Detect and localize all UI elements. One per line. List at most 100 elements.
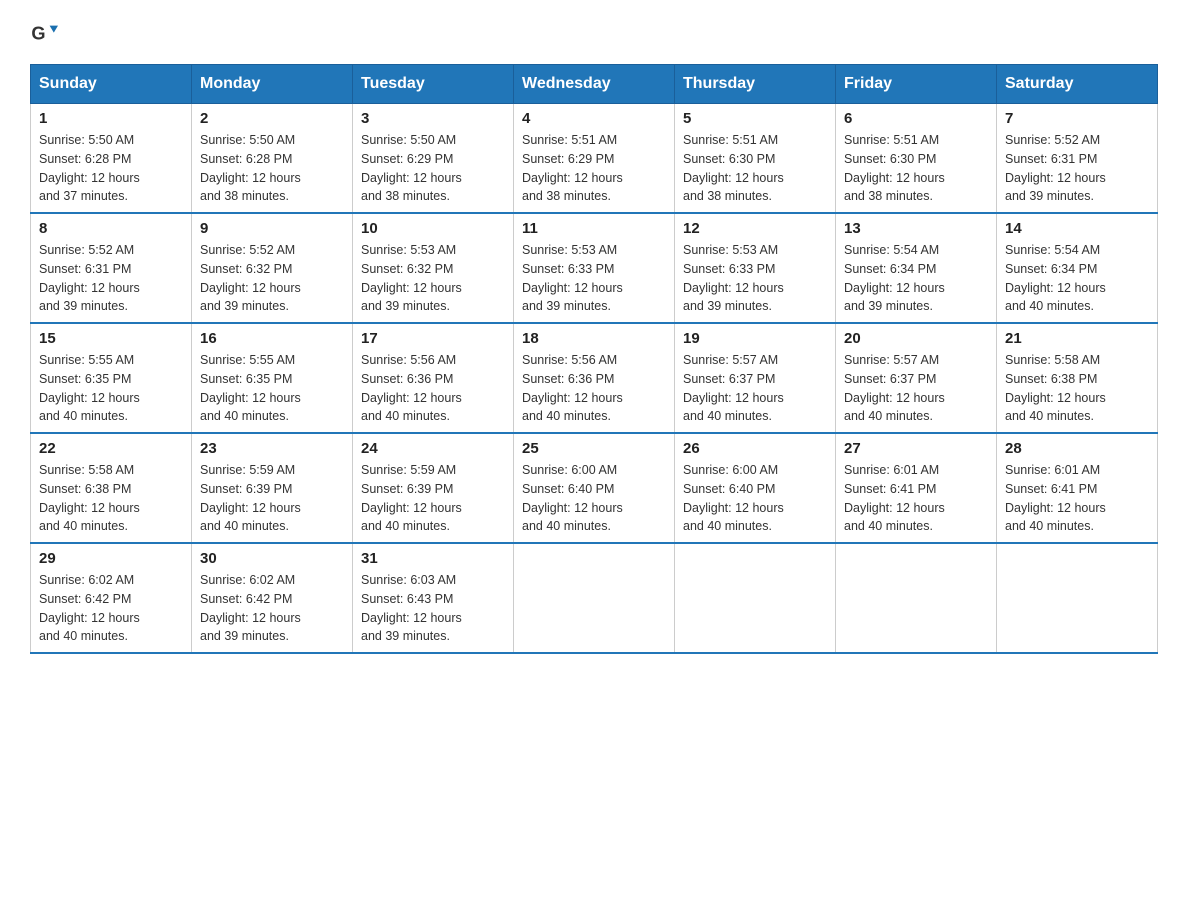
day-number: 23 xyxy=(200,440,344,457)
calendar-cell: 26 Sunrise: 6:00 AMSunset: 6:40 PMDaylig… xyxy=(675,433,836,543)
day-number: 5 xyxy=(683,110,827,127)
day-number: 27 xyxy=(844,440,988,457)
calendar-cell: 9 Sunrise: 5:52 AMSunset: 6:32 PMDayligh… xyxy=(192,213,353,323)
calendar-cell: 25 Sunrise: 6:00 AMSunset: 6:40 PMDaylig… xyxy=(514,433,675,543)
day-info: Sunrise: 5:51 AMSunset: 6:30 PMDaylight:… xyxy=(683,133,784,203)
day-info: Sunrise: 6:02 AMSunset: 6:42 PMDaylight:… xyxy=(39,573,140,643)
calendar-cell: 4 Sunrise: 5:51 AMSunset: 6:29 PMDayligh… xyxy=(514,104,675,214)
day-number: 30 xyxy=(200,550,344,567)
day-number: 1 xyxy=(39,110,183,127)
day-info: Sunrise: 6:01 AMSunset: 6:41 PMDaylight:… xyxy=(1005,463,1106,533)
day-info: Sunrise: 5:53 AMSunset: 6:33 PMDaylight:… xyxy=(522,243,623,313)
day-number: 19 xyxy=(683,330,827,347)
calendar-cell: 10 Sunrise: 5:53 AMSunset: 6:32 PMDaylig… xyxy=(353,213,514,323)
day-number: 7 xyxy=(1005,110,1149,127)
day-info: Sunrise: 5:54 AMSunset: 6:34 PMDaylight:… xyxy=(1005,243,1106,313)
day-info: Sunrise: 6:01 AMSunset: 6:41 PMDaylight:… xyxy=(844,463,945,533)
weekday-header-wednesday: Wednesday xyxy=(514,65,675,104)
day-info: Sunrise: 5:52 AMSunset: 6:32 PMDaylight:… xyxy=(200,243,301,313)
calendar-cell: 30 Sunrise: 6:02 AMSunset: 6:42 PMDaylig… xyxy=(192,543,353,653)
week-row-5: 29 Sunrise: 6:02 AMSunset: 6:42 PMDaylig… xyxy=(31,543,1158,653)
weekday-header-thursday: Thursday xyxy=(675,65,836,104)
day-number: 26 xyxy=(683,440,827,457)
calendar-cell: 21 Sunrise: 5:58 AMSunset: 6:38 PMDaylig… xyxy=(997,323,1158,433)
day-number: 3 xyxy=(361,110,505,127)
calendar-cell: 13 Sunrise: 5:54 AMSunset: 6:34 PMDaylig… xyxy=(836,213,997,323)
calendar-cell xyxy=(997,543,1158,653)
calendar-cell: 6 Sunrise: 5:51 AMSunset: 6:30 PMDayligh… xyxy=(836,104,997,214)
day-number: 20 xyxy=(844,330,988,347)
calendar-cell: 3 Sunrise: 5:50 AMSunset: 6:29 PMDayligh… xyxy=(353,104,514,214)
day-info: Sunrise: 6:02 AMSunset: 6:42 PMDaylight:… xyxy=(200,573,301,643)
weekday-header-saturday: Saturday xyxy=(997,65,1158,104)
calendar-cell: 14 Sunrise: 5:54 AMSunset: 6:34 PMDaylig… xyxy=(997,213,1158,323)
day-info: Sunrise: 6:00 AMSunset: 6:40 PMDaylight:… xyxy=(683,463,784,533)
calendar-cell: 17 Sunrise: 5:56 AMSunset: 6:36 PMDaylig… xyxy=(353,323,514,433)
day-number: 21 xyxy=(1005,330,1149,347)
calendar-cell: 23 Sunrise: 5:59 AMSunset: 6:39 PMDaylig… xyxy=(192,433,353,543)
page-header: G xyxy=(30,20,1158,48)
day-number: 24 xyxy=(361,440,505,457)
day-number: 12 xyxy=(683,220,827,237)
calendar-cell: 24 Sunrise: 5:59 AMSunset: 6:39 PMDaylig… xyxy=(353,433,514,543)
calendar-cell xyxy=(836,543,997,653)
weekday-header-monday: Monday xyxy=(192,65,353,104)
day-info: Sunrise: 5:55 AMSunset: 6:35 PMDaylight:… xyxy=(200,353,301,423)
day-number: 22 xyxy=(39,440,183,457)
calendar-cell: 15 Sunrise: 5:55 AMSunset: 6:35 PMDaylig… xyxy=(31,323,192,433)
day-info: Sunrise: 5:50 AMSunset: 6:28 PMDaylight:… xyxy=(39,133,140,203)
day-info: Sunrise: 6:03 AMSunset: 6:43 PMDaylight:… xyxy=(361,573,462,643)
weekday-header-sunday: Sunday xyxy=(31,65,192,104)
day-number: 25 xyxy=(522,440,666,457)
weekday-header-friday: Friday xyxy=(836,65,997,104)
day-info: Sunrise: 5:54 AMSunset: 6:34 PMDaylight:… xyxy=(844,243,945,313)
day-number: 11 xyxy=(522,220,666,237)
calendar-cell: 31 Sunrise: 6:03 AMSunset: 6:43 PMDaylig… xyxy=(353,543,514,653)
weekday-header-row: SundayMondayTuesdayWednesdayThursdayFrid… xyxy=(31,65,1158,104)
day-number: 17 xyxy=(361,330,505,347)
week-row-4: 22 Sunrise: 5:58 AMSunset: 6:38 PMDaylig… xyxy=(31,433,1158,543)
day-info: Sunrise: 5:59 AMSunset: 6:39 PMDaylight:… xyxy=(361,463,462,533)
calendar-cell: 28 Sunrise: 6:01 AMSunset: 6:41 PMDaylig… xyxy=(997,433,1158,543)
day-info: Sunrise: 5:51 AMSunset: 6:30 PMDaylight:… xyxy=(844,133,945,203)
weekday-header-tuesday: Tuesday xyxy=(353,65,514,104)
calendar-cell: 29 Sunrise: 6:02 AMSunset: 6:42 PMDaylig… xyxy=(31,543,192,653)
calendar-cell: 16 Sunrise: 5:55 AMSunset: 6:35 PMDaylig… xyxy=(192,323,353,433)
day-info: Sunrise: 5:57 AMSunset: 6:37 PMDaylight:… xyxy=(683,353,784,423)
calendar-cell xyxy=(514,543,675,653)
day-number: 15 xyxy=(39,330,183,347)
day-info: Sunrise: 5:53 AMSunset: 6:33 PMDaylight:… xyxy=(683,243,784,313)
day-info: Sunrise: 5:57 AMSunset: 6:37 PMDaylight:… xyxy=(844,353,945,423)
logo-icon: G xyxy=(30,20,58,48)
calendar-cell: 27 Sunrise: 6:01 AMSunset: 6:41 PMDaylig… xyxy=(836,433,997,543)
logo: G xyxy=(30,20,62,48)
day-number: 6 xyxy=(844,110,988,127)
day-number: 28 xyxy=(1005,440,1149,457)
week-row-3: 15 Sunrise: 5:55 AMSunset: 6:35 PMDaylig… xyxy=(31,323,1158,433)
day-info: Sunrise: 5:52 AMSunset: 6:31 PMDaylight:… xyxy=(1005,133,1106,203)
calendar-cell: 12 Sunrise: 5:53 AMSunset: 6:33 PMDaylig… xyxy=(675,213,836,323)
day-info: Sunrise: 5:52 AMSunset: 6:31 PMDaylight:… xyxy=(39,243,140,313)
day-number: 14 xyxy=(1005,220,1149,237)
week-row-1: 1 Sunrise: 5:50 AMSunset: 6:28 PMDayligh… xyxy=(31,104,1158,214)
day-info: Sunrise: 5:58 AMSunset: 6:38 PMDaylight:… xyxy=(1005,353,1106,423)
day-info: Sunrise: 5:50 AMSunset: 6:28 PMDaylight:… xyxy=(200,133,301,203)
day-number: 9 xyxy=(200,220,344,237)
week-row-2: 8 Sunrise: 5:52 AMSunset: 6:31 PMDayligh… xyxy=(31,213,1158,323)
day-number: 8 xyxy=(39,220,183,237)
day-number: 31 xyxy=(361,550,505,567)
day-info: Sunrise: 5:59 AMSunset: 6:39 PMDaylight:… xyxy=(200,463,301,533)
day-number: 18 xyxy=(522,330,666,347)
calendar-cell xyxy=(675,543,836,653)
calendar-cell: 11 Sunrise: 5:53 AMSunset: 6:33 PMDaylig… xyxy=(514,213,675,323)
day-info: Sunrise: 5:56 AMSunset: 6:36 PMDaylight:… xyxy=(361,353,462,423)
day-info: Sunrise: 5:50 AMSunset: 6:29 PMDaylight:… xyxy=(361,133,462,203)
day-number: 13 xyxy=(844,220,988,237)
day-info: Sunrise: 5:58 AMSunset: 6:38 PMDaylight:… xyxy=(39,463,140,533)
day-info: Sunrise: 6:00 AMSunset: 6:40 PMDaylight:… xyxy=(522,463,623,533)
day-number: 16 xyxy=(200,330,344,347)
calendar-cell: 18 Sunrise: 5:56 AMSunset: 6:36 PMDaylig… xyxy=(514,323,675,433)
calendar-cell: 8 Sunrise: 5:52 AMSunset: 6:31 PMDayligh… xyxy=(31,213,192,323)
day-info: Sunrise: 5:56 AMSunset: 6:36 PMDaylight:… xyxy=(522,353,623,423)
calendar-cell: 22 Sunrise: 5:58 AMSunset: 6:38 PMDaylig… xyxy=(31,433,192,543)
